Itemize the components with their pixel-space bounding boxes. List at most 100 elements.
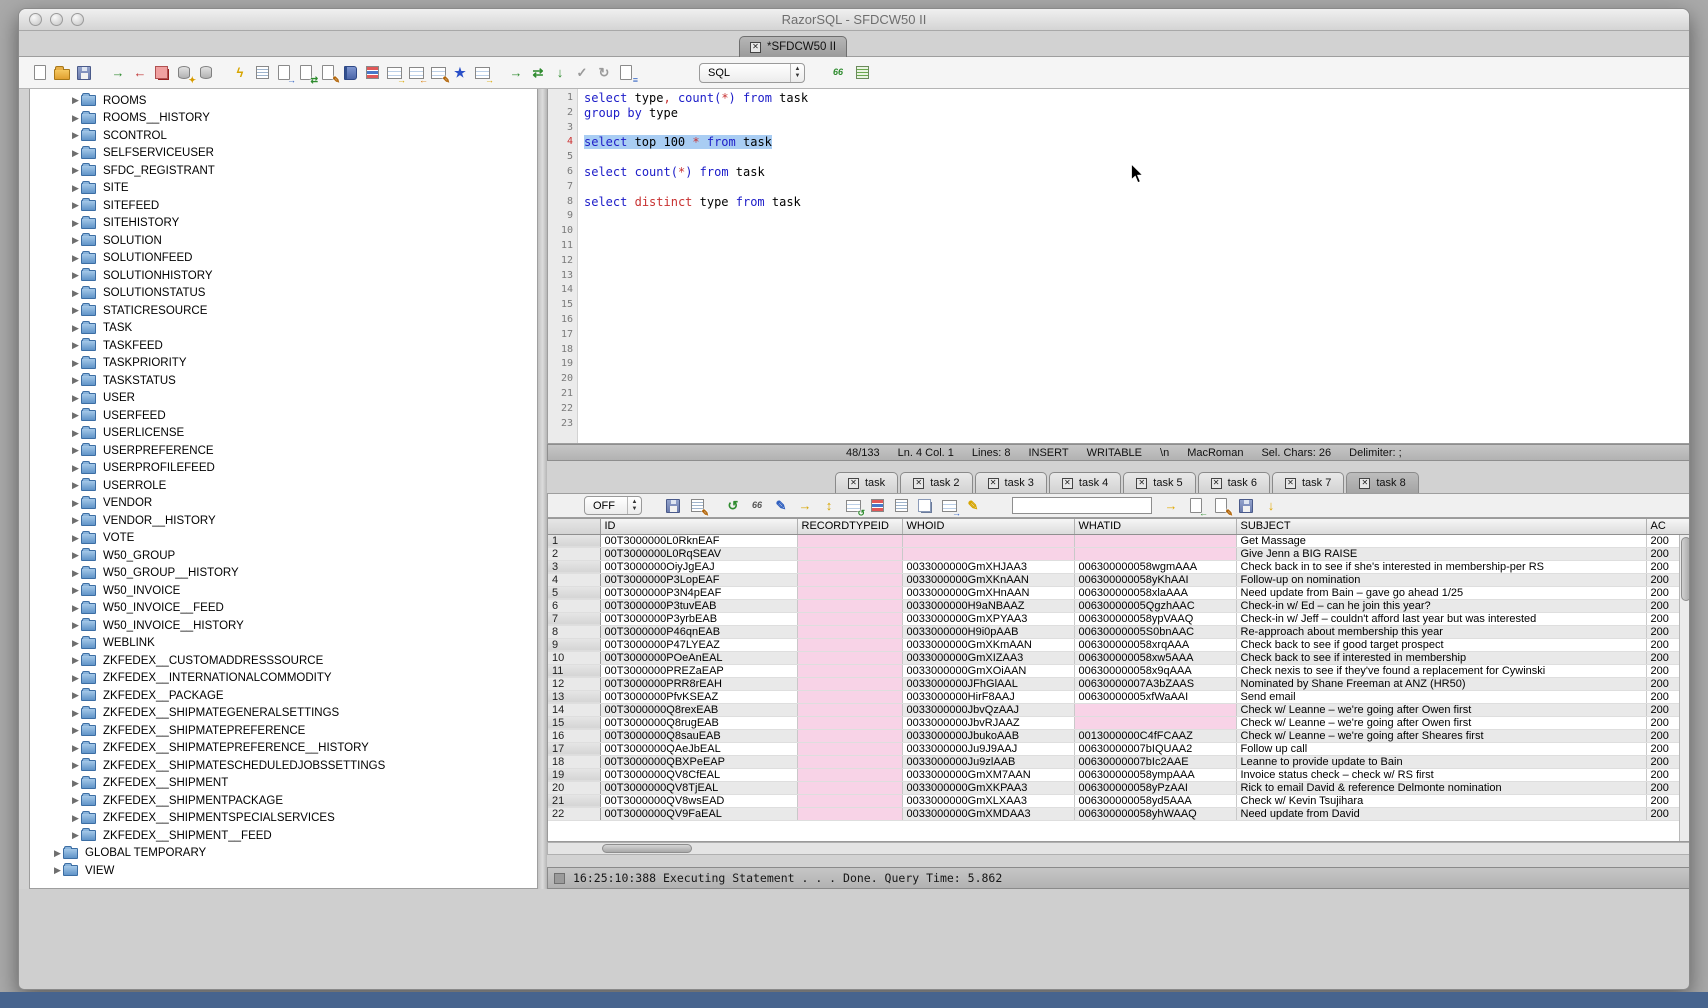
tree-item[interactable]: ▶ZKFEDEX__SHIPMENTPACKAGE (30, 792, 537, 810)
disclosure-triangle-icon[interactable]: ▶ (70, 340, 81, 351)
clipboard-icon[interactable]: ≡ (617, 64, 635, 82)
tree-item[interactable]: ▶W50_INVOICE__HISTORY (30, 617, 537, 635)
reload-table-icon[interactable]: ↺ (844, 497, 862, 515)
disclosure-triangle-icon[interactable]: ▶ (70, 305, 81, 316)
table-row[interactable]: 900T3000000P47LYEAZ0033000000GmXKmAAN006… (548, 638, 1690, 651)
disclosure-triangle-icon[interactable]: ▶ (70, 148, 81, 159)
tree-item[interactable]: ▶SCONTROL (30, 127, 537, 145)
tree-item[interactable]: ▶SELFSERVICEUSER (30, 145, 537, 163)
close-tab-icon[interactable]: ✕ (848, 478, 859, 489)
disclosure-triangle-icon[interactable]: ▶ (70, 620, 81, 631)
disclosure-triangle-icon[interactable]: ▶ (70, 638, 81, 649)
column-header[interactable]: SUBJECT (1236, 519, 1646, 534)
table-row[interactable]: 2000T3000000QV8TjEAL0033000000GmXKPAA300… (548, 781, 1690, 794)
tree-item[interactable]: ▶ZKFEDEX__SHIPMATESCHEDULEDJOBSSETTINGS (30, 757, 537, 775)
tree-item[interactable]: ▶ZKFEDEX__SHIPMATEPREFERENCE (30, 722, 537, 740)
disclosure-triangle-icon[interactable]: ▶ (70, 218, 81, 229)
tree-item[interactable]: ▶SOLUTION (30, 232, 537, 250)
go-icon[interactable]: → (1162, 497, 1180, 515)
execute-icon[interactable]: ϟ (231, 64, 249, 82)
result-tab[interactable]: ✕task 7 (1272, 472, 1344, 493)
favorites-icon[interactable]: ★ (451, 64, 469, 82)
tree-item[interactable]: ▶WEBLINK (30, 635, 537, 653)
tree-item[interactable]: ▶W50_GROUP__HISTORY (30, 565, 537, 583)
close-tab-icon[interactable]: ✕ (1062, 478, 1073, 489)
run-icon[interactable]: → (507, 64, 525, 82)
table-row[interactable]: 1000T3000000POeAnEAL0033000000GmXIZAA300… (548, 651, 1690, 664)
disclosure-triangle-icon[interactable]: ▶ (70, 813, 81, 824)
table-row[interactable]: 500T3000000P3N4pEAF0033000000GmXHnAAN006… (548, 586, 1690, 599)
disclosure-triangle-icon[interactable]: ▶ (70, 743, 81, 754)
row-limit-select[interactable]: OFF ▲▼ (584, 496, 642, 515)
disclosure-triangle-icon[interactable]: ▶ (70, 778, 81, 789)
column-header[interactable]: WHOID (902, 519, 1074, 534)
disclosure-triangle-icon[interactable]: ▶ (70, 515, 81, 526)
column-header[interactable]: WHATID (1074, 519, 1236, 534)
tree-item[interactable]: ▶USERFEED (30, 407, 537, 425)
disclosure-triangle-icon[interactable]: ▶ (70, 393, 81, 404)
edit-page-icon[interactable]: ✎ (319, 64, 337, 82)
view-go-icon[interactable]: 66 (829, 64, 847, 82)
tree-item[interactable]: ▶VENDOR__HISTORY (30, 512, 537, 530)
disclosure-triangle-icon[interactable]: ▶ (70, 673, 81, 684)
result-tab[interactable]: ✕task 6 (1198, 472, 1270, 493)
transpose-icon[interactable]: → (940, 497, 958, 515)
tree-item[interactable]: ▶SFDC_REGISTRANT (30, 162, 537, 180)
view-results-icon[interactable]: 66 (748, 497, 766, 515)
close-tab-icon[interactable]: ✕ (988, 478, 999, 489)
result-tab[interactable]: ✕task (835, 472, 898, 493)
disclosure-triangle-icon[interactable]: ▶ (52, 865, 63, 876)
tree-item[interactable]: ▶SITEHISTORY (30, 215, 537, 233)
export-page-icon[interactable]: → (275, 64, 293, 82)
result-tab[interactable]: ✕task 8 (1346, 472, 1418, 493)
copy-icon[interactable] (153, 64, 171, 82)
download-icon[interactable]: ↓ (1262, 497, 1280, 515)
tree-item[interactable]: ▶W50_INVOICE__FEED (30, 600, 537, 618)
sql-editor[interactable]: 1234567891011121314151617181920212223 se… (547, 89, 1690, 444)
new-db-icon[interactable]: ✦ (175, 64, 193, 82)
disclosure-triangle-icon[interactable]: ▶ (70, 288, 81, 299)
disclosure-triangle-icon[interactable]: ▶ (70, 690, 81, 701)
result-tab[interactable]: ✕task 5 (1123, 472, 1195, 493)
result-tab[interactable]: ✕task 2 (900, 472, 972, 493)
tree-item[interactable]: ▶ZKFEDEX__INTERNATIONALCOMMODITY (30, 670, 537, 688)
tree-item[interactable]: ▶STATICRESOURCE (30, 302, 537, 320)
disclosure-triangle-icon[interactable]: ▶ (70, 533, 81, 544)
close-tab-icon[interactable]: ✕ (1359, 478, 1370, 489)
tree-item[interactable]: ▶GLOBAL TEMPORARY (30, 845, 537, 863)
vertical-scrollbar-thumb[interactable] (1681, 537, 1690, 601)
horizontal-scrollbar[interactable] (547, 842, 1690, 855)
tree-item[interactable]: ▶USER (30, 390, 537, 408)
describe-icon[interactable] (253, 64, 271, 82)
table-row[interactable]: 200T3000000L0RqSEAVGive Jenn a BIG RAISE… (548, 547, 1690, 560)
disclosure-triangle-icon[interactable]: ▶ (70, 445, 81, 456)
disclosure-triangle-icon[interactable]: ▶ (70, 830, 81, 841)
column-list-icon[interactable] (363, 64, 381, 82)
table-row[interactable]: 1200T3000000PRR8rEAH0033000000JFhGlAAL00… (548, 677, 1690, 690)
close-tab-icon[interactable]: ✕ (913, 478, 924, 489)
tree-item[interactable]: ▶TASKPRIORITY (30, 355, 537, 373)
disclosure-triangle-icon[interactable]: ▶ (70, 725, 81, 736)
close-tab-icon[interactable]: ✕ (1211, 478, 1222, 489)
sql-code[interactable]: select type, count(*) from taskgroup by … (578, 89, 1690, 443)
highlight-icon[interactable]: ✎ (964, 497, 982, 515)
column-header[interactable]: ID (600, 519, 797, 534)
disclosure-triangle-icon[interactable]: ▶ (70, 183, 81, 194)
tree-item[interactable]: ▶W50_INVOICE (30, 582, 537, 600)
tree-item[interactable]: ▶TASKSTATUS (30, 372, 537, 390)
insert-row-icon[interactable]: → (796, 497, 814, 515)
export-results-icon[interactable]: ← (1187, 497, 1205, 515)
disclosure-triangle-icon[interactable]: ▶ (70, 270, 81, 281)
horizontal-scrollbar-thumb[interactable] (602, 844, 692, 853)
table-row[interactable]: 100T3000000L0RknEAFGet Massage200 (548, 534, 1690, 547)
tree-item[interactable]: ▶VIEW (30, 862, 537, 880)
disclosure-triangle-icon[interactable]: ▶ (70, 550, 81, 561)
tree-item[interactable]: ▶SITEFEED (30, 197, 537, 215)
save-icon[interactable] (75, 64, 93, 82)
form-view-icon[interactable] (868, 497, 886, 515)
tree-item[interactable]: ▶USERROLE (30, 477, 537, 495)
column-header[interactable]: AC (1646, 519, 1690, 534)
connect-icon[interactable]: → (109, 64, 127, 82)
run-all-icon[interactable]: ⇄ (529, 64, 547, 82)
tree-item[interactable]: ▶VOTE (30, 530, 537, 548)
